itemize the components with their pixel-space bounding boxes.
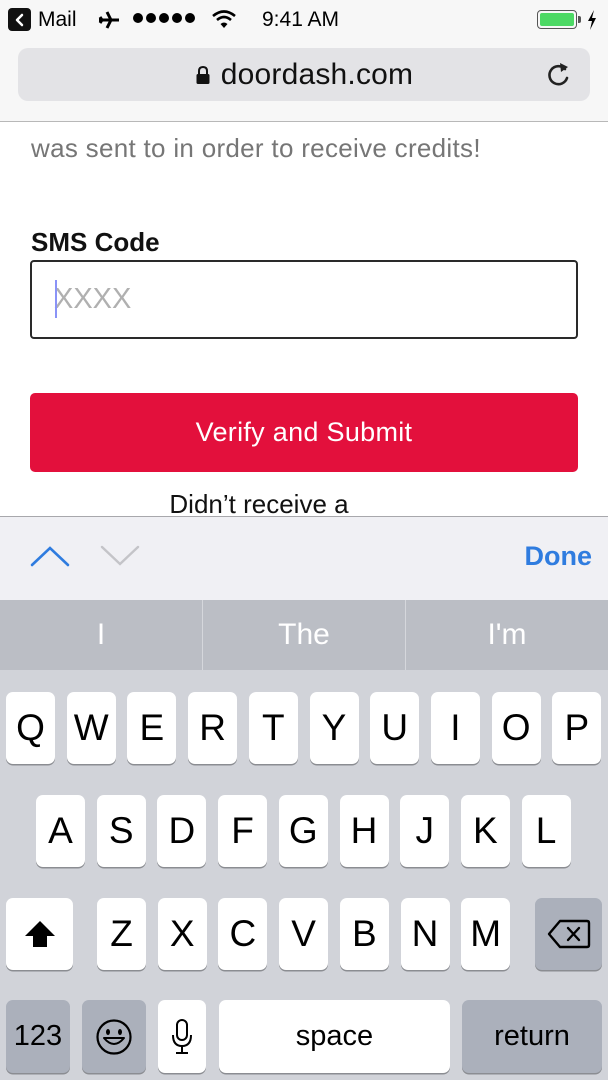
chevron-up-icon	[30, 546, 70, 567]
resend-code-text[interactable]: Didn’t receive a	[0, 489, 608, 516]
key-l[interactable]: L	[521, 795, 571, 867]
space-key[interactable]: space	[219, 1000, 450, 1073]
key-k[interactable]: K	[460, 795, 510, 867]
address-bar[interactable]: doordash.com	[18, 48, 590, 101]
key-n[interactable]: N	[400, 898, 450, 970]
key-i[interactable]: I	[430, 692, 480, 764]
key-w[interactable]: W	[66, 692, 116, 764]
reload-button[interactable]	[542, 58, 576, 92]
instruction-text: was sent to in order to receive credits!	[31, 133, 481, 163]
sms-code-input[interactable]	[30, 260, 578, 339]
signal-dots-icon	[133, 13, 195, 23]
battery-cap	[578, 16, 581, 23]
key-e[interactable]: E	[127, 692, 177, 764]
key-d[interactable]: D	[157, 795, 207, 867]
status-bar: Mail 9:41 AM	[0, 0, 608, 40]
predictive-text-bar: I The I'm	[0, 600, 608, 670]
key-z[interactable]: Z	[97, 898, 146, 970]
key-q[interactable]: Q	[6, 692, 55, 764]
reload-icon	[548, 63, 569, 86]
suggestion-1[interactable]: I	[0, 600, 203, 670]
key-t[interactable]: T	[248, 692, 298, 764]
key-f[interactable]: F	[218, 795, 268, 867]
key-a[interactable]: A	[36, 795, 85, 867]
key-m[interactable]: M	[461, 898, 511, 970]
lock-icon	[196, 65, 210, 84]
key-s[interactable]: S	[96, 795, 146, 867]
text-cursor	[55, 280, 57, 318]
key-x[interactable]: X	[157, 898, 207, 970]
dictation-key[interactable]	[158, 1000, 206, 1073]
previous-field-button[interactable]	[28, 541, 72, 571]
key-v[interactable]: V	[279, 898, 329, 970]
back-app-label[interactable]: Mail	[38, 0, 77, 40]
airplane-icon	[98, 11, 119, 29]
key-p[interactable]: P	[552, 692, 602, 764]
key-j[interactable]: J	[400, 795, 450, 867]
key-u[interactable]: U	[370, 692, 420, 764]
emoji-icon	[96, 1018, 132, 1055]
emoji-key[interactable]	[82, 1000, 146, 1073]
back-icon	[15, 13, 23, 26]
back-to-app-button[interactable]	[8, 8, 31, 31]
sms-code-label: SMS Code	[31, 227, 160, 257]
key-r[interactable]: R	[188, 692, 238, 764]
keyboard: 123 space return QWERTYUIOP ASDFGHJKL ZXCV…	[0, 670, 608, 1080]
wifi-icon	[212, 10, 236, 28]
key-b[interactable]: B	[339, 898, 389, 970]
verify-submit-button[interactable]: Verify and Submit	[30, 393, 578, 472]
backspace-icon	[547, 919, 590, 949]
suggestion-2[interactable]: The	[203, 600, 406, 670]
done-button[interactable]: Done	[525, 541, 593, 572]
suggestion-3[interactable]: I'm	[406, 600, 608, 670]
microphone-icon	[172, 1018, 192, 1054]
page-content: was sent to in order to receive credits!…	[0, 123, 608, 516]
chevron-down-icon	[100, 545, 140, 566]
key-h[interactable]: H	[339, 795, 389, 867]
shift-icon	[24, 921, 55, 947]
key-g[interactable]: G	[278, 795, 328, 867]
key-c[interactable]: C	[218, 898, 268, 970]
clock: 9:41 AM	[262, 8, 340, 31]
battery-fill	[540, 13, 574, 26]
return-key[interactable]: return	[462, 1000, 602, 1073]
battery-icon	[537, 10, 577, 29]
charging-bolt-icon	[588, 10, 596, 30]
key-y[interactable]: Y	[309, 692, 359, 764]
browser-toolbar: doordash.com	[0, 40, 608, 122]
delete-key[interactable]	[535, 898, 602, 970]
next-field-button[interactable]	[98, 541, 142, 571]
numbers-key[interactable]: 123	[6, 1000, 70, 1073]
keyboard-accessory-bar: Done	[0, 516, 608, 600]
key-o[interactable]: O	[491, 692, 541, 764]
shift-key[interactable]	[6, 898, 73, 970]
url-text[interactable]: doordash.com	[221, 58, 414, 92]
